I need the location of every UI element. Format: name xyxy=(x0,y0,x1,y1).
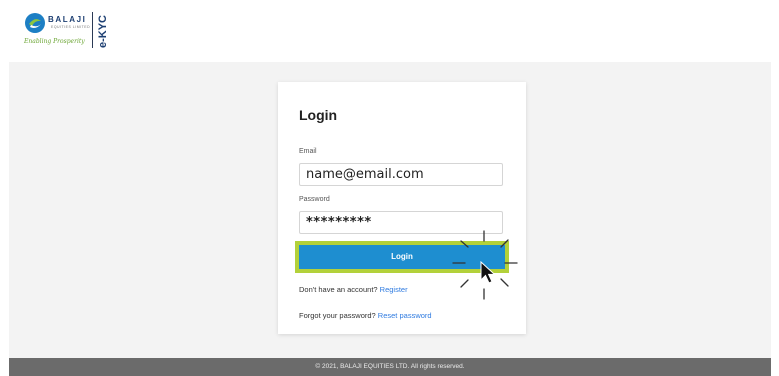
logo-sub-text: EQUITIES LIMITED xyxy=(51,25,91,29)
header: BALAJI EQUITIES LIMITED Enabling Prosper… xyxy=(0,0,779,62)
register-row: Don't have an account? Register xyxy=(299,285,408,294)
reset-password-link[interactable]: Reset password xyxy=(378,311,432,320)
footer: © 2021, BALAJI EQUITIES LTD. All rights … xyxy=(9,358,771,376)
logo-brand-text: BALAJI xyxy=(48,15,87,24)
login-title: Login xyxy=(299,107,338,123)
logo-divider xyxy=(92,12,93,48)
forgot-row: Forgot your password? Reset password xyxy=(299,311,432,320)
forgot-prompt: Forgot your password? xyxy=(299,311,376,320)
email-field[interactable]: name@email.com xyxy=(299,163,503,186)
company-logo[interactable]: BALAJI EQUITIES LIMITED Enabling Prosper… xyxy=(24,10,114,52)
ekyc-logo: e-KYC xyxy=(97,15,109,48)
ekyc-logo-text: e-KYC xyxy=(97,15,109,48)
register-prompt: Don't have an account? xyxy=(299,285,378,294)
email-label: Email xyxy=(299,148,317,155)
page: BALAJI EQUITIES LIMITED Enabling Prosper… xyxy=(0,0,779,376)
logo-tagline: Enabling Prosperity xyxy=(24,38,85,45)
password-label: Password xyxy=(299,196,330,203)
mouse-cursor-icon xyxy=(480,261,496,284)
logo-mark-icon xyxy=(25,13,45,33)
register-link[interactable]: Register xyxy=(380,285,408,294)
